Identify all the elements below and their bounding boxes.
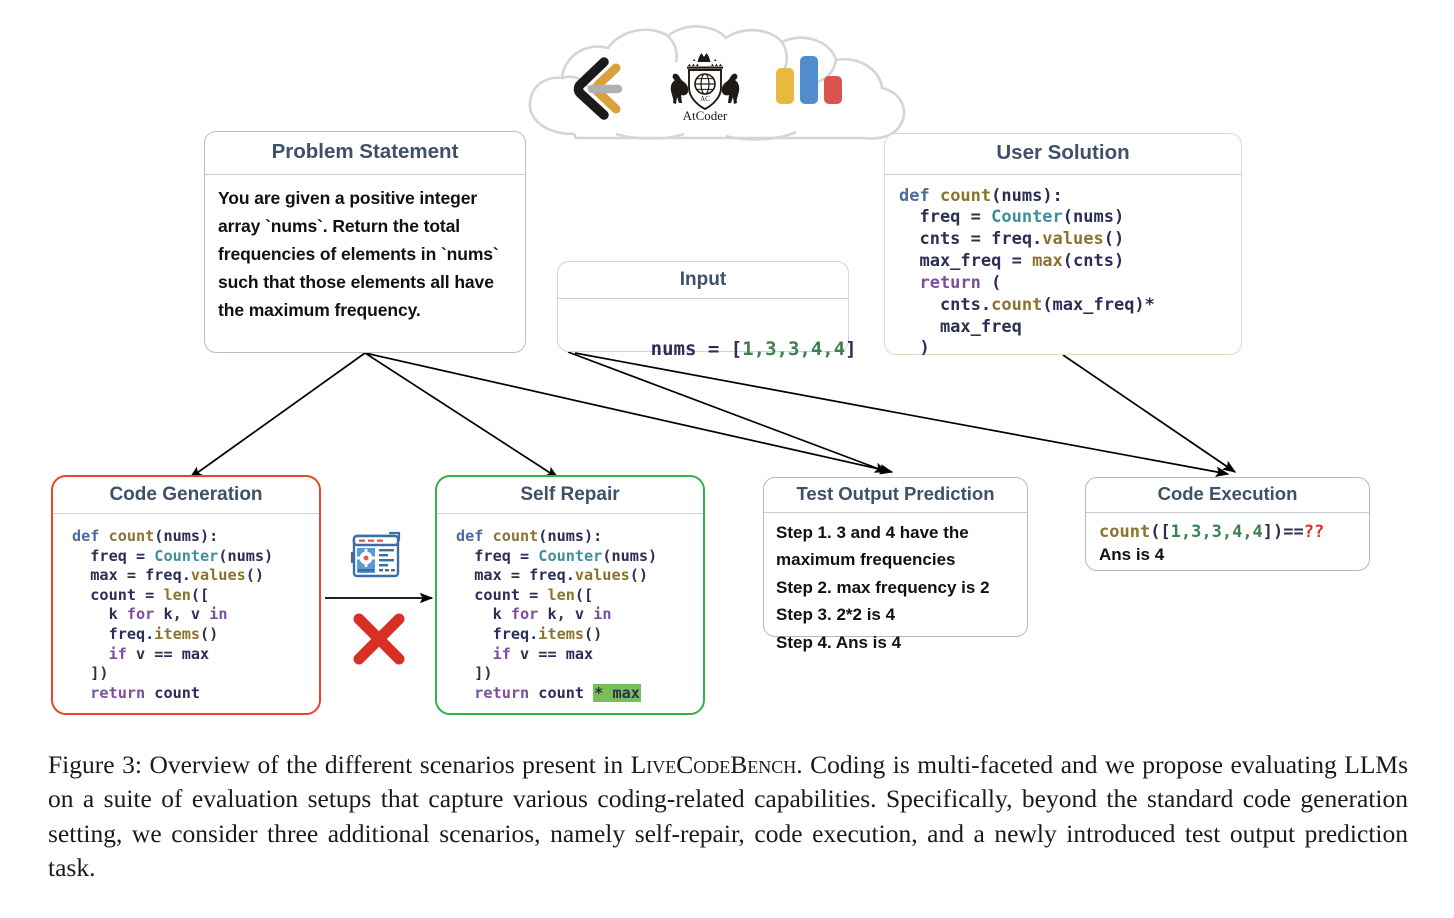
code-line: freq = Counter(nums) — [456, 546, 658, 565]
problem-statement-text: You are given a positive integer array `… — [218, 187, 499, 320]
problem-statement-card: Problem Statement You are given a positi… — [204, 131, 526, 353]
code-line: count = len([ — [72, 585, 210, 604]
code-line: freq = Counter(nums) — [899, 207, 1125, 228]
caption-part1: Overview of the different scenarios pres… — [141, 750, 631, 779]
leetcode-logo — [573, 57, 623, 120]
code-line: return count — [72, 683, 201, 702]
code-line: count = len([ — [456, 585, 594, 604]
code-line: freq = Counter(nums) — [72, 546, 274, 565]
user-solution-code: def count(nums): freq = Counter(nums) cn… — [885, 175, 1241, 361]
exec-answer-prefix: Ans is — [1099, 545, 1155, 565]
input-value: nums = [1,3,3,4,4] — [558, 299, 857, 386]
code-line: def count(nums): — [456, 527, 603, 545]
self-repair-card: Self Repair def count(nums): freq = Coun… — [435, 475, 705, 715]
caption-benchmark-name: LiveCodeBench — [630, 750, 797, 779]
input-title: Input — [558, 262, 848, 299]
code-line: ]) — [72, 664, 109, 683]
code-line: max_freq — [899, 316, 1022, 337]
user-solution-card: User Solution def count(nums): freq = Co… — [884, 133, 1242, 358]
figure-caption: Figure 3: Overview of the different scen… — [48, 748, 1408, 885]
self-repair-title: Self Repair — [437, 477, 703, 514]
codeforces-logo — [776, 56, 842, 104]
code-fix-highlight: * max — [593, 683, 641, 702]
code-line: ) — [899, 338, 930, 359]
code-generation-code: def count(nums): freq = Counter(nums) ma… — [53, 514, 319, 703]
code-line: def count(nums): — [899, 185, 1063, 206]
code-line: max_freq = max(cnts) — [899, 251, 1125, 272]
svg-text:AC: AC — [700, 95, 710, 103]
code-line: ]) — [456, 664, 493, 683]
prediction-answer-value: 4 — [891, 632, 902, 652]
input-bracket-open: [ — [730, 338, 743, 361]
exec-eq: == — [1283, 521, 1304, 542]
code-execution-card: Code Execution count([1,3,3,4,4])==?? An… — [1085, 477, 1370, 571]
code-line: cnts.count(max_freq)* — [899, 294, 1155, 315]
input-bracket-close: ] — [845, 338, 857, 361]
exec-fn-name: count — [1099, 521, 1151, 542]
code-line: k for k, v in — [456, 605, 612, 624]
exec-answer-value: 4 — [1154, 545, 1165, 565]
prediction-step: Step 3. 2*2 is 4 — [776, 605, 896, 625]
code-line: if v == max — [492, 644, 594, 663]
test-output-prediction-steps: Step 1. 3 and 4 have the maximum frequen… — [764, 513, 1027, 657]
test-runner-icon — [350, 531, 401, 578]
caption-label: Figure 3: — [48, 750, 142, 779]
input-values: 1,3,3,4,4 — [742, 338, 846, 361]
input-var: nums — [650, 338, 697, 361]
test-output-prediction-card: Test Output Prediction Step 1. 3 and 4 h… — [763, 477, 1028, 652]
code-line: return ( — [899, 272, 1002, 293]
input-card: Input nums = [1,3,3,4,4] — [557, 261, 857, 360]
code-line: cnts = freq.values() — [899, 229, 1125, 250]
exec-open: ([ — [1150, 521, 1171, 542]
code-line: freq.items() — [456, 625, 603, 644]
code-line: return count * max — [456, 683, 641, 702]
problem-statement-title: Problem Statement — [205, 132, 525, 175]
exec-unknown: ?? — [1303, 521, 1325, 542]
code-execution-body: count([1,3,3,4,4])==?? Ans is 4 — [1086, 513, 1369, 566]
code-generation-title: Code Generation — [53, 477, 319, 514]
prediction-step: Step 4. Ans is 4 — [776, 632, 902, 652]
code-generation-card: Code Generation def count(nums): freq = … — [51, 475, 321, 715]
exec-values: 1,3,3,4,4 — [1170, 521, 1263, 542]
atcoder-wordmark: AtCoder — [683, 108, 728, 123]
code-execution-title: Code Execution — [1086, 478, 1369, 513]
code-execution-answer: Ans is 4 — [1099, 545, 1369, 565]
atcoder-logo: AC AtCoder — [670, 53, 740, 123]
code-line: max = freq.values() — [72, 566, 265, 585]
prediction-step: Step 1. 3 and 4 have the maximum frequen… — [776, 522, 969, 570]
red-x-icon — [353, 613, 405, 665]
self-repair-code: def count(nums): freq = Counter(nums) ma… — [437, 514, 703, 703]
code-line: freq.items() — [72, 625, 219, 644]
code-line: k for k, v in — [72, 605, 228, 624]
code-line: max = freq.values() — [456, 566, 649, 585]
code-line: if v == max — [108, 644, 210, 663]
prediction-step: Step 2. max frequency is 2 — [776, 577, 990, 597]
exec-close: ]) — [1262, 521, 1284, 542]
input-eq: = — [696, 338, 731, 361]
figure-canvas: AC AtCoder Problem Statement You are giv… — [0, 0, 1454, 918]
user-solution-title: User Solution — [885, 134, 1241, 175]
code-line: def count(nums): — [72, 527, 219, 545]
code-execution-call: count([1,3,3,4,4])==?? — [1099, 522, 1369, 544]
test-output-prediction-title: Test Output Prediction — [764, 478, 1027, 513]
